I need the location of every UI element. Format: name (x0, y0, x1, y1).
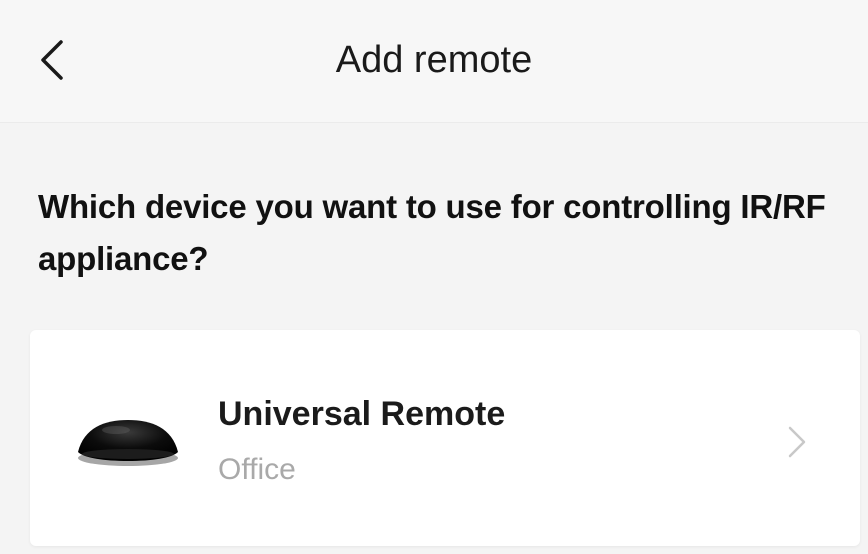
chevron-right-icon (788, 426, 806, 458)
page-title: Add remote (335, 39, 533, 81)
app-header: Add remote (0, 0, 868, 123)
device-name: Universal Remote (218, 395, 506, 433)
device-selection-prompt: Which device you want to use for control… (38, 188, 826, 277)
device-list-item-universal-remote[interactable]: Universal Remote Office (30, 330, 860, 546)
ir-blaster-hub-icon (78, 420, 178, 466)
device-room: Office (218, 453, 296, 486)
